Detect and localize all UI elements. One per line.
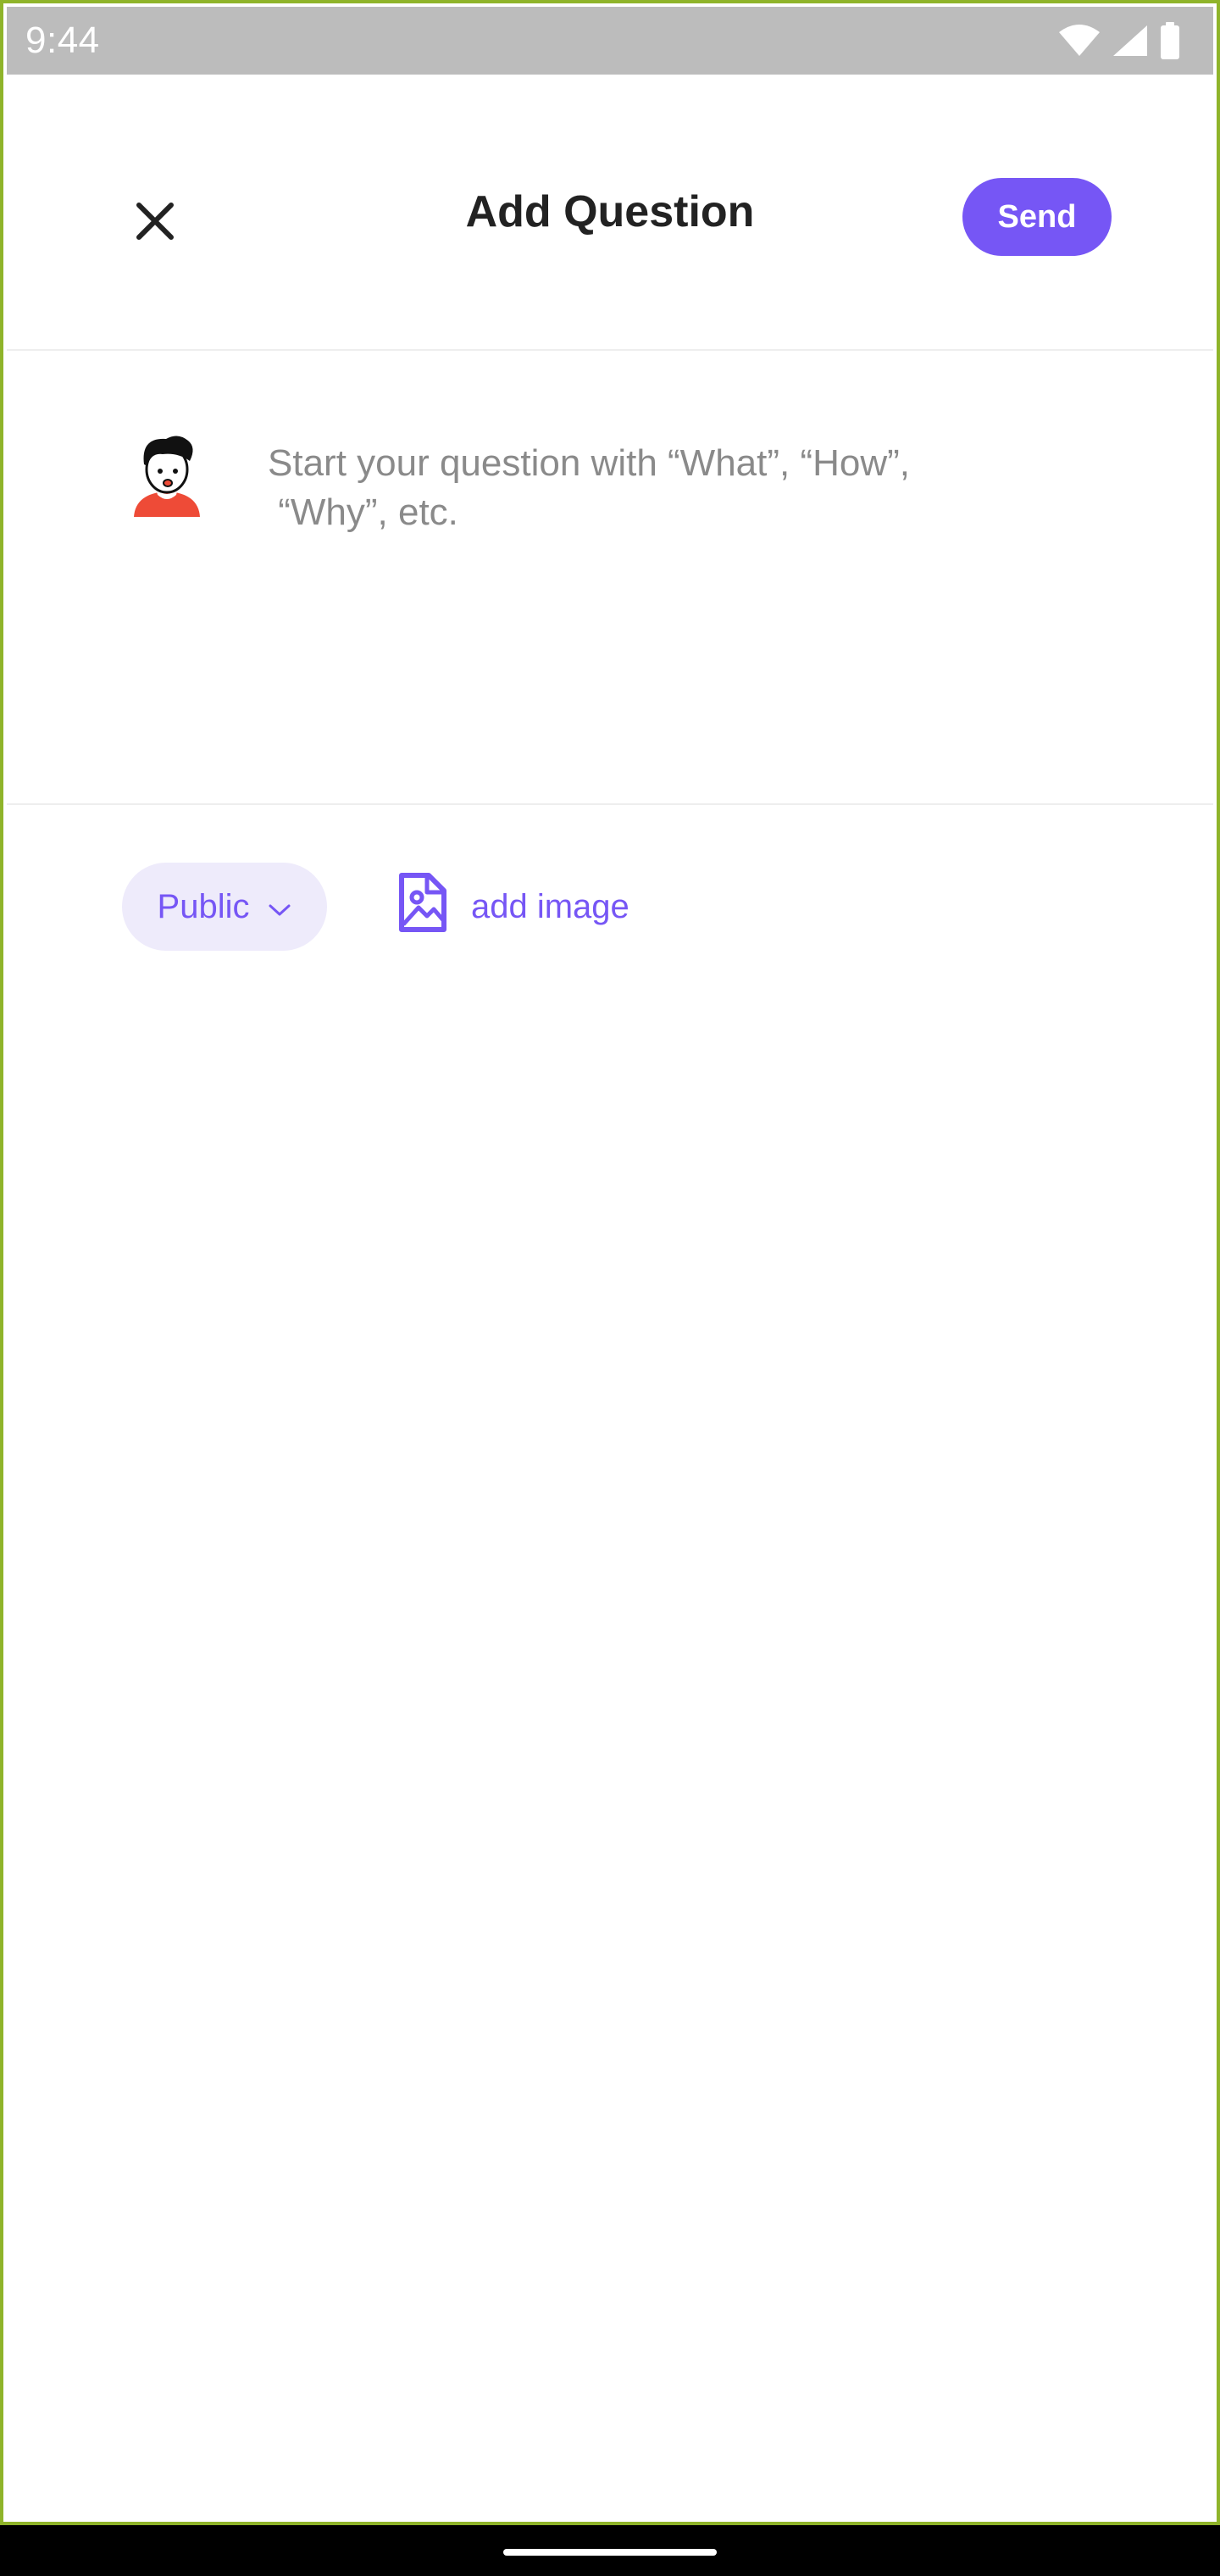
- chevron-down-icon: [268, 888, 291, 926]
- privacy-label: Public: [157, 887, 250, 925]
- dialog-header: Add Question Send: [7, 75, 1213, 351]
- signal-icon: [1112, 24, 1149, 58]
- add-image-button[interactable]: add image: [396, 863, 629, 951]
- status-icons: [1057, 22, 1181, 59]
- send-button[interactable]: Send: [962, 178, 1112, 256]
- navigation-bar: [0, 2525, 1220, 2576]
- status-bar: 9:44: [7, 7, 1213, 75]
- wifi-icon: [1057, 24, 1101, 58]
- question-input[interactable]: [268, 439, 1047, 558]
- status-time: 9:44: [25, 19, 100, 61]
- add-image-label: add image: [471, 887, 629, 925]
- avatar: [129, 432, 205, 517]
- app-screen: 9:44 Add Question Send Start your questi…: [0, 0, 1220, 2525]
- home-indicator[interactable]: [503, 2549, 717, 2556]
- battery-icon: [1159, 22, 1181, 59]
- question-composer: [7, 351, 1213, 805]
- image-file-icon: [396, 872, 447, 941]
- privacy-dropdown[interactable]: Public: [122, 863, 327, 951]
- question-options: Public add image: [3, 863, 1217, 952]
